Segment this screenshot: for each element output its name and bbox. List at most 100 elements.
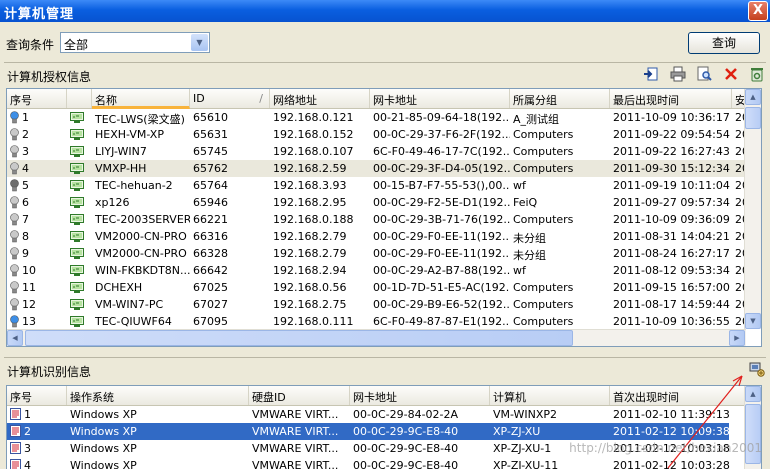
table-row[interactable]: 2 Windows XP VMWARE VIRT... 00-0C-29-9C-E8-… xyxy=(7,423,730,440)
recycle-icon[interactable] xyxy=(748,66,766,84)
col-header-no[interactable]: 序号 xyxy=(7,89,67,108)
cell-ip: 192.168.3.93 xyxy=(273,179,347,192)
cell-os: Windows XP xyxy=(70,425,137,438)
cell-id: 67025 xyxy=(193,281,228,294)
table-row[interactable]: 3 LIYJ-WIN7 65745 192.168.0.107 6C-F0-49-46-… xyxy=(7,143,746,160)
auth-vertical-scrollbar[interactable]: ▲ ▼ xyxy=(744,89,761,329)
cell-no: 1 xyxy=(7,109,67,126)
table-row[interactable]: 11 DCHEXH 67025 192.168.0.56 00-1D-7D-51-E5-… xyxy=(7,279,746,296)
cell-pc xyxy=(67,143,92,160)
delete-icon[interactable] xyxy=(722,66,740,84)
table-row[interactable]: 2 HEXH-VM-XP 65631 192.168.0.152 00-0C-29-37… xyxy=(7,126,746,143)
cell-time: 2011-09-22 09:54:54 xyxy=(613,128,730,141)
close-button[interactable]: X xyxy=(748,1,768,21)
ident-vertical-scrollbar[interactable]: ▲ xyxy=(744,386,761,469)
cell-no: 12 xyxy=(7,296,67,313)
cell-group: 未分组 xyxy=(513,232,546,245)
cell-mac: 00-0C-29-3B-71-76(192... xyxy=(373,213,510,226)
col-header-last-seen[interactable]: 最后出现时间 xyxy=(610,89,732,108)
cell-no: 1 xyxy=(7,406,67,423)
cell-id: 67095 xyxy=(193,315,228,328)
table-row[interactable]: 10 WIN-FKBKDT8N... 66642 192.168.2.94 00-0C-… xyxy=(7,262,746,279)
scroll-up-icon[interactable]: ▲ xyxy=(745,386,761,402)
table-row[interactable]: 8 VM2000-CN-PRO 66316 192.168.2.79 00-0C-29-… xyxy=(7,228,746,245)
ident-grid-header: 序号 操作系统 硬盘ID 网卡地址 计算机 首次出现时间 xyxy=(7,386,746,406)
scan-computers-icon[interactable] xyxy=(748,361,766,379)
table-row[interactable]: 9 VM2000-CN-PRO 66328 192.168.2.79 00-0C-29-… xyxy=(7,245,746,262)
scroll-down-icon[interactable]: ▼ xyxy=(745,313,761,329)
cell-time: 2011-09-15 16:57:00 xyxy=(613,281,730,294)
cell-name: WIN-FKBKDT8N... xyxy=(95,264,190,277)
cell-name: HEXH-VM-XP xyxy=(95,128,164,141)
print-icon[interactable] xyxy=(669,66,687,84)
computer-icon xyxy=(70,163,84,174)
cell-time: 2011-09-27 09:57:34 xyxy=(613,196,730,209)
col-header-mac[interactable]: 网卡地址 xyxy=(370,89,510,108)
cell-mac: 00-0C-29-A2-B7-88(192... xyxy=(373,264,510,277)
col-header-id[interactable]: ID / xyxy=(190,89,270,108)
preview-icon[interactable] xyxy=(695,66,713,84)
chevron-down-icon[interactable]: ▼ xyxy=(191,34,208,51)
table-row[interactable]: 13 TEC-QIUWF64 67095 192.168.0.111 6C-F0-49-… xyxy=(7,313,746,330)
col-header-computer[interactable]: 计算机 xyxy=(490,386,610,405)
cell-time: 2011-02-12 10:09:38 xyxy=(613,425,730,438)
row-number: 13 xyxy=(22,315,36,328)
cell-os: Windows XP xyxy=(70,442,137,455)
scroll-thumb[interactable] xyxy=(745,404,761,464)
col-header-first-seen[interactable]: 首次出现时间 xyxy=(610,386,746,405)
cell-pc xyxy=(67,245,92,262)
scroll-thumb-horizontal[interactable] xyxy=(25,330,573,346)
scroll-up-icon[interactable]: ▲ xyxy=(745,89,761,105)
table-row[interactable]: 1 Windows XP VMWARE VIRT... 00-0C-29-84-02-… xyxy=(7,406,730,423)
cell-os: Windows XP xyxy=(70,408,137,421)
cell-ip: 192.168.0.56 xyxy=(273,281,347,294)
ident-grid[interactable]: 序号 操作系统 硬盘ID 网卡地址 计算机 首次出现时间 1 Windows XP… xyxy=(6,385,762,469)
col-header-disk-id[interactable]: 硬盘ID xyxy=(249,386,350,405)
table-row[interactable]: 4 Windows XP VMWARE VIRT... 00-0C-29-9C-E8-… xyxy=(7,457,730,469)
cell-pc xyxy=(67,194,92,211)
scroll-thumb[interactable] xyxy=(745,107,761,129)
cell-name: VM2000-CN-PRO xyxy=(95,230,187,243)
cell-mac: 00-0C-29-F0-EE-11(192... xyxy=(373,230,510,243)
cell-no: 13 xyxy=(7,313,67,330)
computer-icon xyxy=(70,146,84,157)
col-header-blank[interactable] xyxy=(67,89,92,108)
cell-pc xyxy=(67,313,92,330)
computer-icon xyxy=(70,129,84,140)
table-row[interactable]: 4 VMXP-HH 65762 192.168.2.59 00-0C-29-3F-D4-… xyxy=(7,160,746,177)
cell-name: xp126 xyxy=(95,196,130,209)
cell-no: 7 xyxy=(7,211,67,228)
scroll-left-icon[interactable]: ◀ xyxy=(7,330,23,346)
query-condition-value: 全部 xyxy=(64,38,89,52)
table-row[interactable]: 12 VM-WIN7-PC 67027 192.168.2.75 00-0C-29-B9… xyxy=(7,296,746,313)
col-header-group[interactable]: 所属分组 xyxy=(510,89,610,108)
import-icon[interactable] xyxy=(642,66,660,84)
col-header-name[interactable]: 名称 xyxy=(92,89,190,109)
cell-group: 未分组 xyxy=(513,249,546,262)
table-row[interactable]: 5 TEC-hehuan-2 65764 192.168.3.93 00-15-B7-F… xyxy=(7,177,746,194)
cell-ip: 192.168.2.75 xyxy=(273,298,347,311)
table-row[interactable]: 7 TEC-2003SERVER 66221 192.168.0.188 00-0C-2… xyxy=(7,211,746,228)
offline-status-icon xyxy=(10,162,19,175)
window-titlebar[interactable]: 计算机管理 X xyxy=(0,0,770,22)
col-header-ip[interactable]: 网络地址 xyxy=(270,89,370,108)
scroll-right-icon[interactable]: ▶ xyxy=(729,330,745,346)
query-condition-select[interactable]: 全部 ▼ xyxy=(60,32,210,53)
cell-pc xyxy=(67,296,92,313)
cell-disk: VMWARE VIRT... xyxy=(252,442,339,455)
cell-id: 66316 xyxy=(193,230,228,243)
col-header-os[interactable]: 操作系统 xyxy=(67,386,249,405)
cell-pc xyxy=(67,228,92,245)
auth-grid[interactable]: 序号 名称 ID / 网络地址 网卡地址 所属分组 最后出现时间 安 1 TEC-L… xyxy=(6,88,762,347)
cell-name: DCHEXH xyxy=(95,281,143,294)
cell-pc xyxy=(67,262,92,279)
record-icon xyxy=(10,425,21,437)
query-button[interactable]: 查询 xyxy=(688,32,760,54)
col-header-mac[interactable]: 网卡地址 xyxy=(350,386,490,405)
table-row[interactable]: 1 TEC-LWS(梁文盛) 65610 192.168.0.121 00-21-85-… xyxy=(7,109,746,126)
offline-status-icon xyxy=(10,196,19,209)
auth-horizontal-scrollbar[interactable]: ◀ ▶ xyxy=(7,329,746,346)
table-row[interactable]: 6 xp126 65946 192.168.2.95 00-0C-29-F2-5E-D1… xyxy=(7,194,746,211)
col-header-no[interactable]: 序号 xyxy=(7,386,67,405)
cell-id: 66642 xyxy=(193,264,228,277)
